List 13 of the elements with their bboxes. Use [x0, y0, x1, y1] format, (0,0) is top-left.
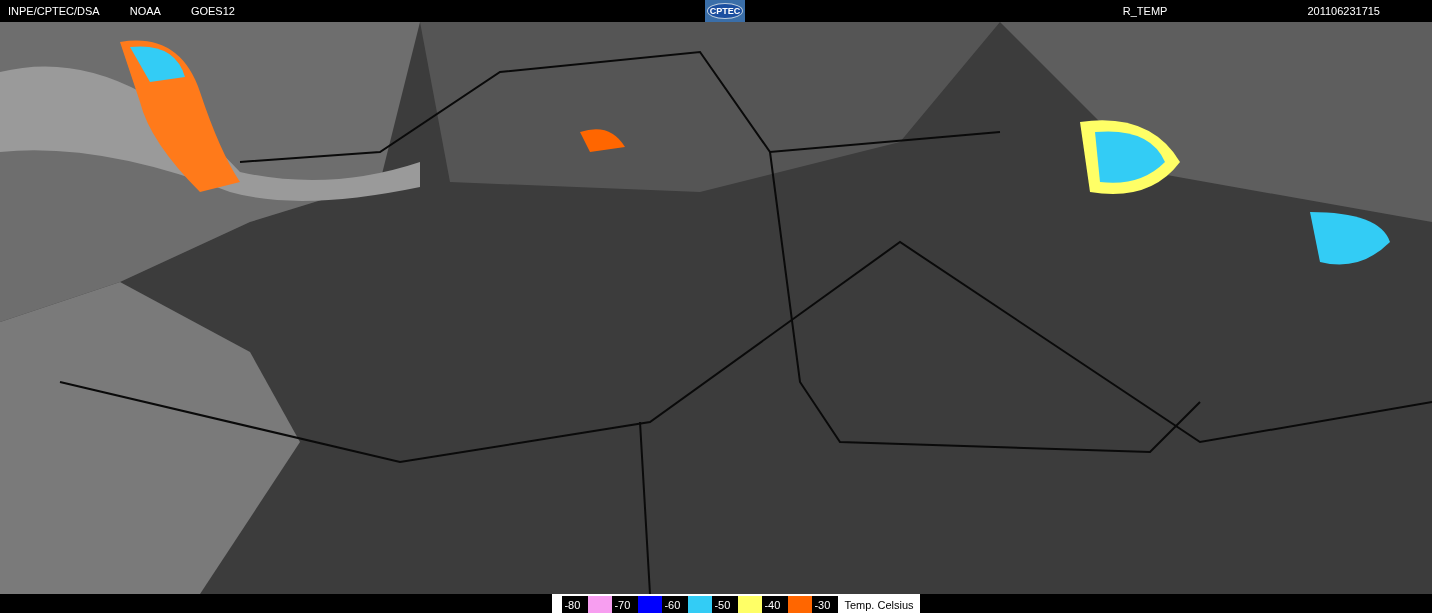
legend-value: -60: [662, 596, 689, 613]
legend-value: -80: [562, 596, 589, 613]
legend-value: -50: [712, 596, 739, 613]
legend-value: -40: [762, 596, 789, 613]
header-label: GOES12: [190, 5, 235, 17]
product-label: R_TEMP: [1122, 5, 1168, 17]
header-label: INPE/CPTEC/DSA: [8, 5, 100, 17]
legend-value: -30: [812, 596, 839, 613]
legend-unit: Temp. Celsius: [844, 598, 914, 611]
logo: CPTEC: [705, 0, 745, 22]
timestamp: 201106231715: [1307, 5, 1380, 17]
legend-value: -70: [612, 596, 639, 613]
header-label: NOAA: [129, 5, 161, 17]
